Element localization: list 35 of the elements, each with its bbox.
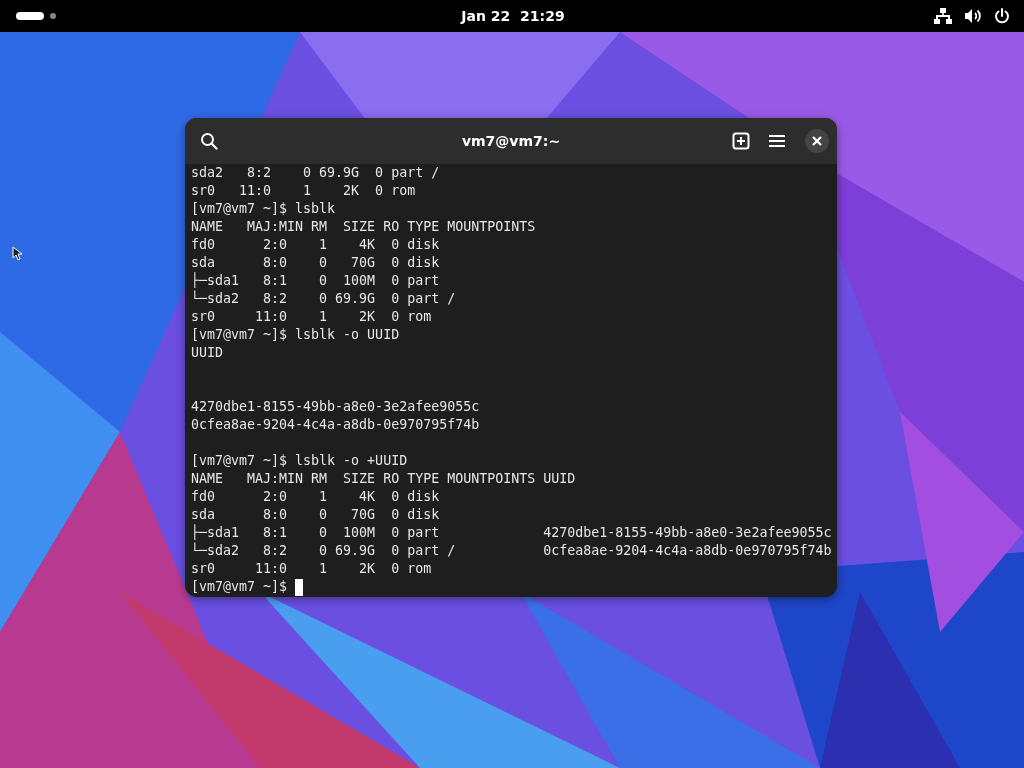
mouse-pointer-icon <box>12 246 24 260</box>
terminal-line: [vm7@vm7 ~]$ lsblk -o UUID <box>191 326 400 344</box>
terminal-line: ├─sda1 8:1 0 100M 0 part <box>191 272 440 290</box>
network-icon[interactable] <box>934 8 952 24</box>
terminal-line: 4270dbe1-8155-49bb-a8e0-3e2afee9055c <box>191 398 480 416</box>
terminal-line: sda 8:0 0 70G 0 disk <box>191 254 440 272</box>
terminal-line: NAME MAJ:MIN RM SIZE RO TYPE MOUNTPOINTS <box>191 218 536 236</box>
close-icon <box>812 136 822 146</box>
terminal-line: sr0 11:0 1 2K 0 rom <box>191 182 416 200</box>
terminal-prompt: [vm7@vm7 ~]$ <box>191 578 288 596</box>
power-icon[interactable] <box>994 8 1010 24</box>
terminal-line: sda2 8:2 0 69.9G 0 part / <box>191 164 440 182</box>
workspace-dot[interactable] <box>50 13 56 19</box>
window-title: vm7@vm7:~ <box>461 133 561 149</box>
activities-indicator[interactable] <box>16 12 44 20</box>
clock[interactable]: Jan 22 21:29 <box>461 8 565 24</box>
terminal-line: sda 8:0 0 70G 0 disk <box>191 506 440 524</box>
terminal-line: sr0 11:0 1 2K 0 rom <box>191 560 432 578</box>
terminal-line: 0cfea8ae-9204-4c4a-a8db-0e970795f74b <box>191 416 480 434</box>
volume-icon[interactable] <box>964 8 982 24</box>
terminal-line: └─sda2 8:2 0 69.9G 0 part / <box>191 290 456 308</box>
text-cursor <box>295 578 304 596</box>
terminal-line: UUID <box>191 344 224 362</box>
terminal-line: ├─sda1 8:1 0 100M 0 part 4270dbe1-8155-49bb-a8e0-3e2afee9055c <box>191 524 832 542</box>
terminal-line: └─sda2 8:2 0 69.9G 0 part / 0cfea8ae-9204-4c4a-a8db-0e970795f74b <box>191 542 832 560</box>
search-icon <box>200 132 218 150</box>
terminal-line: [vm7@vm7 ~]$ lsblk <box>191 200 336 218</box>
close-button[interactable] <box>805 129 829 153</box>
plus-square-icon <box>732 132 750 150</box>
terminal-line: sr0 11:0 1 2K 0 rom <box>191 308 432 326</box>
terminal-line: NAME MAJ:MIN RM SIZE RO TYPE MOUNTPOINTS UUID <box>191 470 576 488</box>
menu-icon <box>769 134 785 148</box>
terminal-line: [vm7@vm7 ~]$ lsblk -o +UUID <box>191 452 408 470</box>
terminal-line: fd0 2:0 1 4K 0 disk <box>191 488 440 506</box>
terminal-line: fd0 2:0 1 4K 0 disk <box>191 236 440 254</box>
